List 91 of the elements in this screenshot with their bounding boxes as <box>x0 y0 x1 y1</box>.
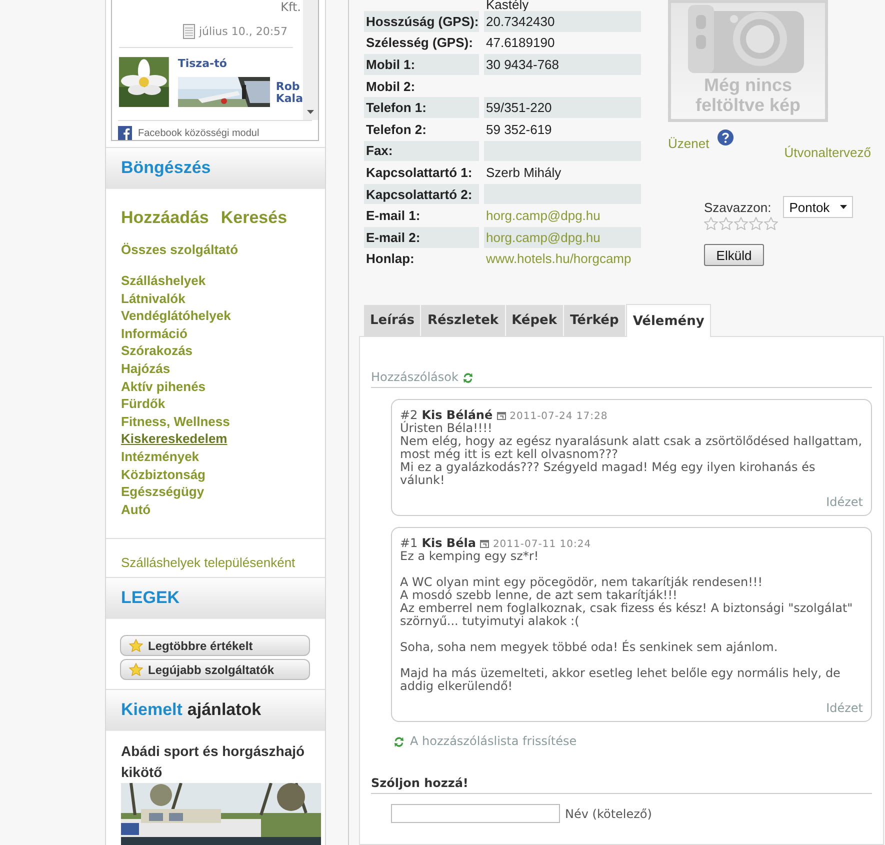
refresh-link[interactable]: A hozzászóláslista frissítése <box>410 734 577 748</box>
nav-link[interactable]: Szálláshelyek településenként <box>121 555 296 570</box>
route-planner-link[interactable]: Útvonaltervező <box>784 145 871 160</box>
category-link[interactable]: Látnivalók <box>121 290 186 308</box>
comment-number: #1 <box>400 536 418 550</box>
quote-link[interactable]: Idézet <box>826 495 863 510</box>
comment-text: Ez a kemping egy sz*r! <box>400 550 540 564</box>
comment-text: Majd ha más üzemelteti, akkor esetleg lehet belőle egy normális hely, de addig elkerülendő! <box>400 667 842 694</box>
category-link[interactable]: Autó <box>121 500 151 518</box>
section-title: Kiemelt <box>121 700 182 720</box>
comment-date: 2011-07-11 10:24 <box>492 539 592 550</box>
field-label: Telefon 2: <box>365 120 428 139</box>
field-label: Kapcsolattartó 1: <box>365 164 474 182</box>
nav-link[interactable]: Hozzáadás <box>121 208 209 228</box>
category-link[interactable]: Kiskereskedelem <box>121 430 228 448</box>
category-link[interactable]: Közbiztonság <box>121 466 206 484</box>
post-date: július 10., 20:57 <box>199 24 288 38</box>
post-text: Kft. <box>280 0 302 14</box>
refresh-icon <box>462 370 474 384</box>
post-link[interactable]: Rob Kala <box>276 77 303 107</box>
scrollbar[interactable] <box>303 0 318 120</box>
nav-link[interactable]: Keresés <box>220 208 288 228</box>
calendar-icon <box>496 410 506 420</box>
tab[interactable]: Leírás <box>364 305 420 336</box>
form-title: Szóljon hozzá! <box>371 776 872 794</box>
star-rating[interactable] <box>704 217 778 230</box>
points-select[interactable]: Pontok <box>783 196 853 218</box>
refresh-icon <box>393 734 405 748</box>
field-label: Név (kötelező) <box>565 806 652 821</box>
post-title[interactable]: Tisza-tó <box>178 57 303 70</box>
comment-date: 2011-07-24 17:28 <box>510 411 608 422</box>
comment-author: Kis Béla <box>422 536 476 550</box>
vote-label: Szavazzon: <box>704 200 772 214</box>
help-icon <box>717 129 734 146</box>
field-value: 59/351-220 <box>486 100 552 116</box>
field-value: 20.7342430 <box>486 14 555 29</box>
comment-text: Soha, soha nem megyek többé oda! És senkinek sem ajánlom. <box>400 641 779 654</box>
field-label: Szélesség (GPS): <box>365 34 474 52</box>
name-field[interactable] <box>391 804 560 824</box>
quote-link[interactable]: Idézet <box>826 701 863 716</box>
message-link[interactable]: Üzenet <box>668 136 710 151</box>
field-label: Honlap: <box>365 250 416 268</box>
list-button[interactable]: Legújabb szolgáltatók <box>120 659 310 680</box>
tab[interactable]: Térkép <box>564 305 625 336</box>
field-value: 47.6189190 <box>486 35 555 50</box>
section-title: ajánlatok <box>187 700 262 720</box>
tab[interactable]: Részletek <box>421 305 505 336</box>
comment-text: A WC olyan mint egy pöcegödör, nem takarítják rendesen!!! A mosdó szebb lenne, de azt sem takarítják!!! Az emberrel nem foglalkoznak, csak fizess és kész! A biztonsági "szolgálat" szörnyű... tutyimutyi alakok :( <box>400 576 854 628</box>
facebook-icon <box>118 126 132 140</box>
category-link[interactable]: Intézmények <box>121 448 200 466</box>
caret-icon <box>840 205 847 209</box>
arrow-down-icon <box>307 110 314 114</box>
comment-author: Kis Béláné <box>422 408 493 422</box>
category-link[interactable]: Szálláshelyek <box>121 272 206 290</box>
category-link[interactable]: Vendéglátóhelyek <box>121 307 231 325</box>
star-icon <box>129 663 143 676</box>
field-label: Fax: <box>364 140 479 162</box>
nav-link[interactable]: Összes szolgáltató <box>121 242 325 257</box>
field-label: E-mail 2: <box>364 226 479 248</box>
field-label: Mobil 2: <box>365 78 416 96</box>
category-link[interactable]: Hajózás <box>121 360 170 378</box>
link[interactable]: www.hotels.hu/horgcamp <box>486 251 632 266</box>
tab[interactable]: Vélemény <box>626 304 712 338</box>
tab[interactable]: Képek <box>506 305 564 336</box>
field-value: 59 352-619 <box>486 122 552 137</box>
category-link[interactable]: Aktív pihenés <box>121 378 206 396</box>
category-link[interactable]: Fürdők <box>121 395 166 413</box>
list-button[interactable]: Legtöbbre értékelt <box>120 635 310 656</box>
submit-button[interactable]: Elküld <box>704 244 764 266</box>
field-label: E-mail 1: <box>365 207 422 226</box>
module-caption: Facebook közösségi modul <box>138 128 260 138</box>
comment-number: #2 <box>400 408 418 422</box>
field-value: Szerb Mihály <box>486 164 562 180</box>
section-title: Hozzászólások <box>371 370 458 384</box>
calendar-icon <box>480 538 489 548</box>
section-title: Böngészés <box>121 158 211 178</box>
section-title: LEGEK <box>121 588 180 608</box>
field-label: Mobil 1: <box>364 54 479 75</box>
field-label: Kapcsolattartó 2: <box>364 184 479 204</box>
category-link[interactable]: Szórakozás <box>121 342 193 360</box>
field-label: Hosszúság (GPS): <box>364 11 479 32</box>
field-value: 30 9434-768 <box>486 56 560 72</box>
field-label: Telefon 1: <box>364 97 479 118</box>
category-link[interactable]: Fitness, Wellness <box>121 412 230 430</box>
note-icon <box>183 24 195 38</box>
comment-text: Úristen Béla!!!! Nem elég, hogy az egész nyaralásunk alatt csak a zsörtölődésed hallgattam, most még itt is ezt kell olvasnom??? Mi ez a gyalázkodás??? Szégyeld magad! Még egy ilyen kirohanás és válunk! <box>400 422 863 488</box>
category-link[interactable]: Információ <box>121 324 188 342</box>
category-link[interactable]: Egészségügy <box>121 483 204 501</box>
offer-title[interactable]: Abádi sport és horgászhajó kikötő <box>121 741 311 784</box>
star-icon <box>129 639 143 652</box>
link[interactable]: horg.camp@dpg.hu <box>486 208 600 224</box>
